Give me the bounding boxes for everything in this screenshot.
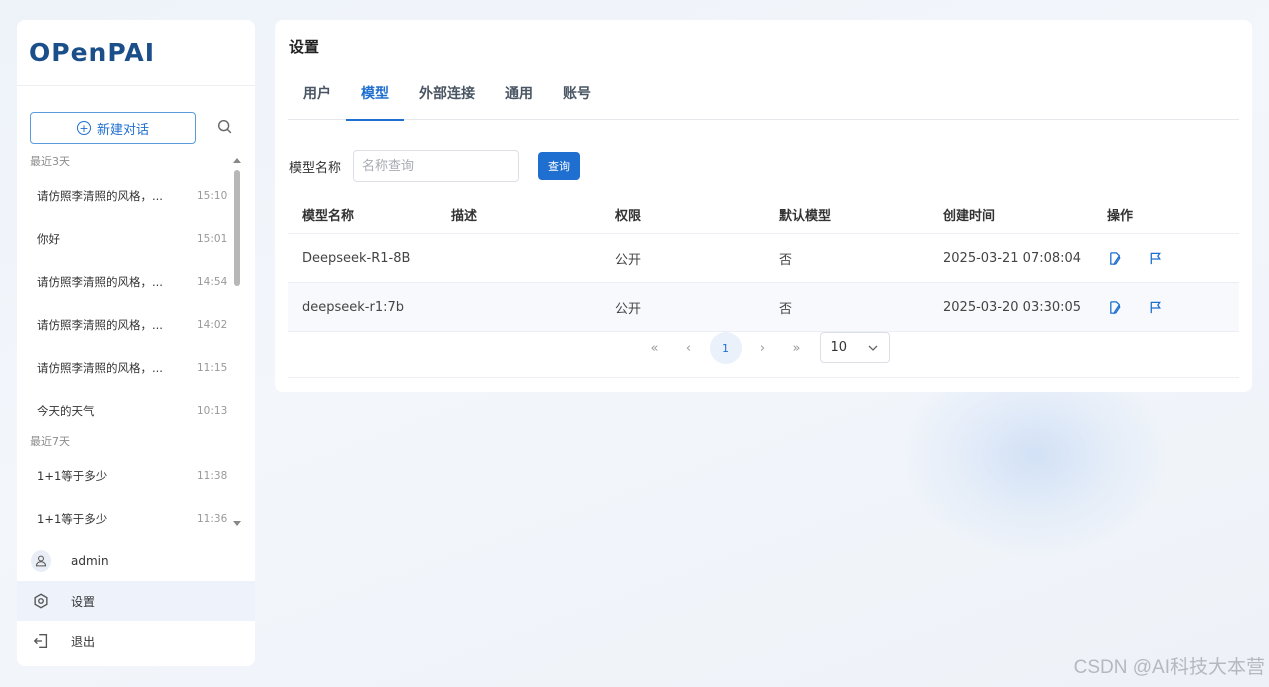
history-item-time: 11:38 <box>197 469 228 482</box>
tab-models[interactable]: 模型 <box>346 76 404 121</box>
table-row: Deepseek-R1-8B 公开 否 2025-03-21 07:08:04 <box>288 234 1239 283</box>
settings-tabs: 用户 模型 外部连接 通用 账号 <box>288 76 1239 121</box>
flag-icon[interactable] <box>1147 299 1163 315</box>
page-size-select[interactable]: 10 <box>819 332 890 363</box>
user-avatar-icon <box>31 550 51 572</box>
table-header: 模型名称 描述 权限 默认模型 创建时间 操作 <box>288 196 1239 234</box>
sidebar-bottom-menu: admin 设置 退出 <box>17 541 255 661</box>
history-item-time: 10:13 <box>197 404 228 417</box>
history-group-title: 最近3天 <box>30 155 70 168</box>
cell-model-name: deepseek-r1:7b <box>302 299 405 315</box>
history-item-title: 1+1等于多少 <box>37 511 108 526</box>
last-page-button[interactable]: » <box>780 332 814 364</box>
model-filter: 模型名称 查询 <box>289 150 581 182</box>
tab-external-connections[interactable]: 外部连接 <box>404 76 490 120</box>
history-item[interactable]: 1+1等于多少 11:36 <box>17 497 255 528</box>
history-item-title: 1+1等于多少 <box>37 468 108 483</box>
history-item-time: 15:10 <box>197 189 228 202</box>
pagination: « ‹ 1 › » 10 <box>288 332 1239 378</box>
logout-menu-item[interactable]: 退出 <box>17 621 255 661</box>
plus-circle-icon: + <box>76 121 91 135</box>
history-item-time: 11:15 <box>197 361 228 374</box>
history-item-title: 请仿照李清照的风格，... <box>37 274 163 289</box>
history-item-time: 11:36 <box>197 512 228 525</box>
settings-hexagon-icon <box>31 591 51 611</box>
history-item[interactable]: 请仿照李清照的风格，... 14:02 <box>17 303 255 346</box>
logout-label: 退出 <box>71 634 96 649</box>
column-header-created-time: 创建时间 <box>943 209 996 224</box>
tab-account[interactable]: 账号 <box>548 76 606 120</box>
current-page-button[interactable]: 1 <box>709 332 742 364</box>
sidebar: OPenPAI + 新建对话 最近3天 请仿照李清照的风格，... 15:10 … <box>17 20 255 666</box>
sidebar-actions: + 新建对话 <box>30 112 250 144</box>
tab-users[interactable]: 用户 <box>288 76 346 120</box>
first-page-button[interactable]: « <box>638 332 672 364</box>
watermark: CSDN @AI科技大本营 <box>1073 657 1265 678</box>
flag-icon[interactable] <box>1147 250 1163 266</box>
logout-icon <box>31 631 51 651</box>
history-item-title: 今天的天气 <box>37 403 95 418</box>
edit-icon[interactable] <box>1107 299 1123 315</box>
cell-created-time: 2025-03-20 03:30:05 <box>943 299 1082 315</box>
column-header-default-model: 默认模型 <box>779 209 832 224</box>
scroll-up-arrow-icon[interactable] <box>233 158 241 163</box>
tab-general[interactable]: 通用 <box>490 76 548 120</box>
history-item-time: 14:02 <box>197 318 228 331</box>
history-item-title: 请仿照李清照的风格，... <box>37 317 163 332</box>
column-header-actions: 操作 <box>1107 209 1134 224</box>
prev-page-button[interactable]: ‹ <box>672 332 706 364</box>
column-header-model-name: 模型名称 <box>302 209 355 224</box>
page-title: 设置 <box>289 38 320 56</box>
history-scrollbar[interactable] <box>233 158 241 526</box>
new-chat-button[interactable]: + 新建对话 <box>30 112 196 144</box>
edit-icon[interactable] <box>1107 250 1123 266</box>
model-name-search-input[interactable] <box>353 150 520 182</box>
table-row: deepseek-r1:7b 公开 否 2025-03-20 03:30:05 <box>288 283 1239 332</box>
settings-label: 设置 <box>71 594 96 609</box>
column-header-description: 描述 <box>451 209 478 224</box>
cell-default-model: 否 <box>779 301 793 317</box>
history-item-title: 你好 <box>37 231 60 246</box>
settings-menu-item[interactable]: 设置 <box>17 581 255 621</box>
logo-text: OPenPAI <box>29 38 156 67</box>
history-item-time: 15:01 <box>197 232 228 245</box>
user-menu-item[interactable]: admin <box>17 541 255 581</box>
logo: OPenPAI <box>17 20 255 86</box>
settings-panel: 设置 用户 模型 外部连接 通用 账号 模型名称 查询 模型名称 描述 权限 默… <box>275 20 1252 392</box>
history-item[interactable]: 请仿照李清照的风格，... 14:54 <box>17 260 255 303</box>
cell-default-model: 否 <box>779 252 793 268</box>
username-label: admin <box>71 554 109 568</box>
history-item[interactable]: 请仿照李清照的风格，... 15:10 <box>17 174 255 217</box>
search-icon[interactable] <box>216 118 236 138</box>
history-item[interactable]: 1+1等于多少 11:38 <box>17 454 255 497</box>
next-page-button[interactable]: › <box>746 332 780 364</box>
page-size-value: 10 <box>830 340 848 355</box>
models-table: 模型名称 描述 权限 默认模型 创建时间 操作 Deepseek-R1-8B 公… <box>288 196 1239 332</box>
cell-permission: 公开 <box>615 252 642 268</box>
model-name-filter-label: 模型名称 <box>289 160 342 176</box>
history-item[interactable]: 今天的天气 10:13 <box>17 389 255 432</box>
cell-permission: 公开 <box>615 301 642 317</box>
chevron-down-icon <box>868 345 877 351</box>
history-item-title: 请仿照李清照的风格，... <box>37 188 163 203</box>
scroll-down-arrow-icon[interactable] <box>233 521 241 526</box>
column-header-permission: 权限 <box>615 209 642 224</box>
new-chat-label: 新建对话 <box>96 122 149 138</box>
chat-history-list: 最近3天 请仿照李清照的风格，... 15:10 你好 15:01 请仿照李清照… <box>17 152 255 528</box>
history-item-time: 14:54 <box>197 275 228 288</box>
history-group-title: 最近7天 <box>30 435 70 448</box>
cell-created-time: 2025-03-21 07:08:04 <box>943 250 1082 266</box>
history-item[interactable]: 你好 15:01 <box>17 217 255 260</box>
cell-actions <box>1107 250 1239 266</box>
scrollbar-thumb[interactable] <box>234 170 240 286</box>
query-button[interactable]: 查询 <box>538 152 581 180</box>
cell-actions <box>1107 299 1239 315</box>
cell-model-name: Deepseek-R1-8B <box>302 250 411 266</box>
history-item-title: 请仿照李清照的风格，... <box>37 360 163 375</box>
history-item[interactable]: 请仿照李清照的风格，... 11:15 <box>17 346 255 389</box>
